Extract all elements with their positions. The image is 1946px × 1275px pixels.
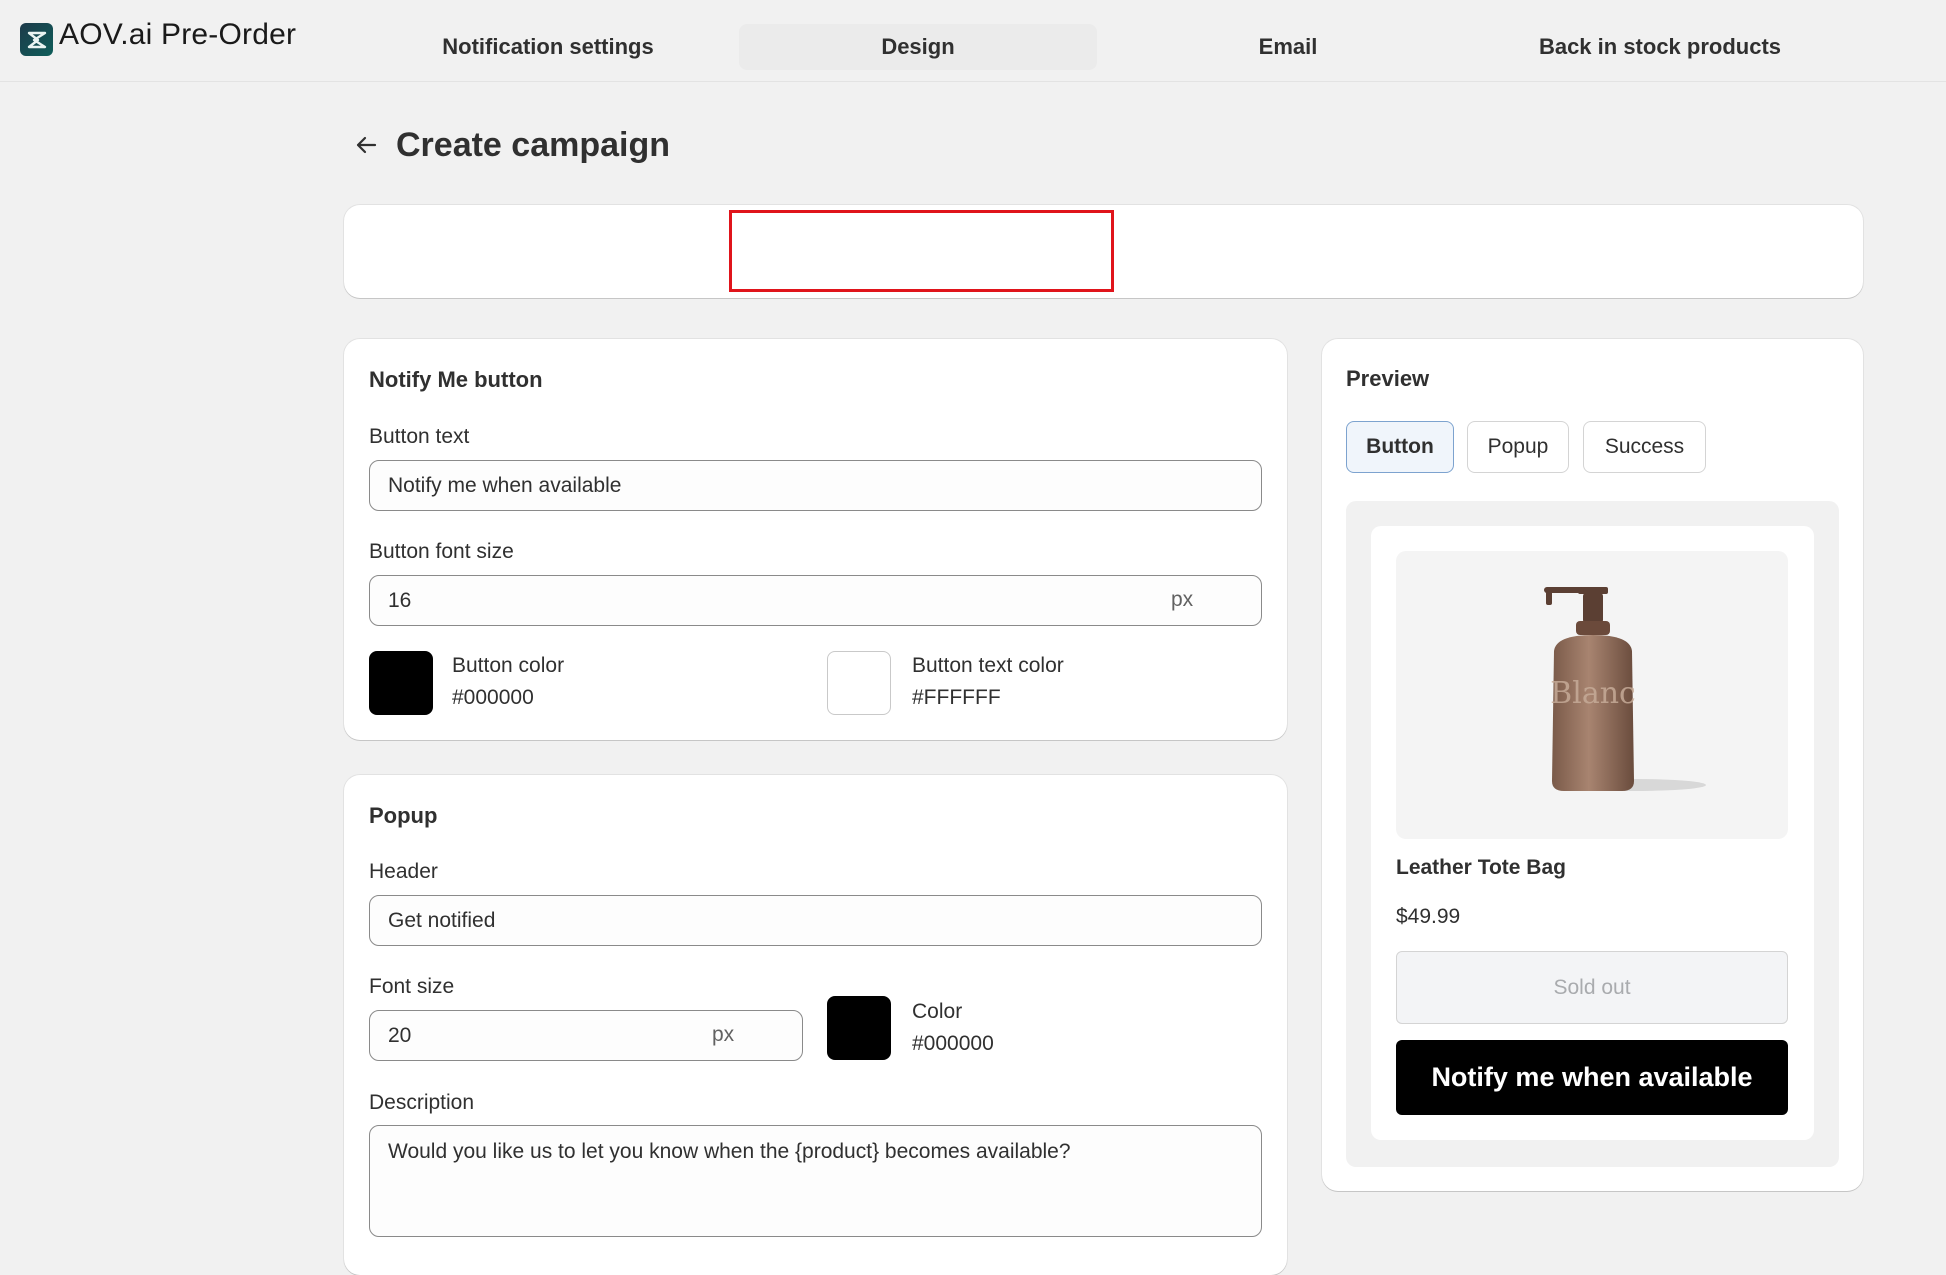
product-price: $49.99 bbox=[1396, 905, 1461, 928]
preview-mode-button[interactable]: Button bbox=[1346, 421, 1454, 473]
popup-description-label: Description bbox=[369, 1091, 475, 1114]
button-font-size-value: 16 bbox=[388, 588, 412, 612]
bottle-brand-text: Blanc bbox=[1550, 676, 1636, 711]
page-title: Create campaign bbox=[396, 125, 670, 164]
popup-color-value: #000000 bbox=[912, 1032, 994, 1055]
button-color-value: #000000 bbox=[452, 686, 534, 709]
popup-header-value: Get notified bbox=[388, 908, 496, 932]
popup-header-input[interactable]: Get notified bbox=[369, 895, 1262, 946]
tab-design[interactable]: Design bbox=[739, 24, 1097, 70]
button-text-color-label: Button text color bbox=[912, 654, 1064, 677]
popup-color-text: Color #000000 bbox=[912, 996, 994, 1060]
button-color-text: Button color #000000 bbox=[452, 650, 564, 714]
popup-header-label: Header bbox=[369, 860, 438, 883]
popup-section-title: Popup bbox=[369, 803, 438, 828]
bottle-image: Blanc bbox=[1544, 587, 1706, 791]
page-header: Create campaign bbox=[346, 120, 670, 170]
popup-font-size-value: 20 bbox=[388, 1023, 412, 1047]
button-text-input[interactable]: Notify me when available bbox=[369, 460, 1262, 511]
preview-mode-success[interactable]: Success bbox=[1583, 421, 1706, 473]
popup-color-swatch[interactable] bbox=[827, 996, 891, 1060]
popup-font-size-unit: px bbox=[712, 1023, 735, 1046]
tabs-bar bbox=[344, 205, 1863, 298]
popup-font-size-input[interactable]: 20 bbox=[369, 1010, 803, 1061]
preview-mode-popup[interactable]: Popup bbox=[1467, 421, 1569, 473]
popup-description-value: Would you like us to let you know when t… bbox=[388, 1140, 1071, 1163]
preview-title: Preview bbox=[1346, 366, 1430, 391]
button-font-size-label: Button font size bbox=[369, 540, 514, 563]
button-font-size-unit: px bbox=[1171, 588, 1194, 611]
arrow-left-icon bbox=[356, 136, 377, 154]
product-name: Leather Tote Bag bbox=[1396, 856, 1566, 879]
notify-me-preview-button[interactable]: Notify me when available bbox=[1396, 1040, 1788, 1115]
app-title: AOV.ai Pre-Order bbox=[59, 18, 297, 51]
tab-email[interactable]: Email bbox=[1128, 24, 1448, 70]
button-text-color-text: Button text color #FFFFFF bbox=[912, 650, 1064, 714]
button-text-value: Notify me when available bbox=[388, 473, 622, 497]
button-font-size-input[interactable]: 16 bbox=[369, 575, 1262, 626]
tab-back-in-stock-products[interactable]: Back in stock products bbox=[1480, 24, 1840, 70]
popup-description-textarea[interactable]: Would you like us to let you know when t… bbox=[369, 1125, 1262, 1237]
popup-font-size-label: Font size bbox=[369, 975, 455, 998]
popup-color-label: Color bbox=[912, 1000, 963, 1023]
back-button[interactable] bbox=[346, 125, 386, 165]
button-color-swatch[interactable] bbox=[369, 651, 433, 715]
notify-section-title: Notify Me button bbox=[369, 367, 543, 392]
aov-logo-icon bbox=[20, 23, 53, 56]
button-text-color-value: #FFFFFF bbox=[912, 686, 1001, 709]
button-text-label: Button text bbox=[369, 425, 470, 448]
button-color-label: Button color bbox=[452, 654, 565, 677]
sold-out-button: Sold out bbox=[1396, 951, 1788, 1024]
product-image: Blanc bbox=[1396, 551, 1788, 839]
button-text-color-swatch[interactable] bbox=[827, 651, 891, 715]
tab-notification-settings[interactable]: Notification settings bbox=[373, 24, 723, 70]
